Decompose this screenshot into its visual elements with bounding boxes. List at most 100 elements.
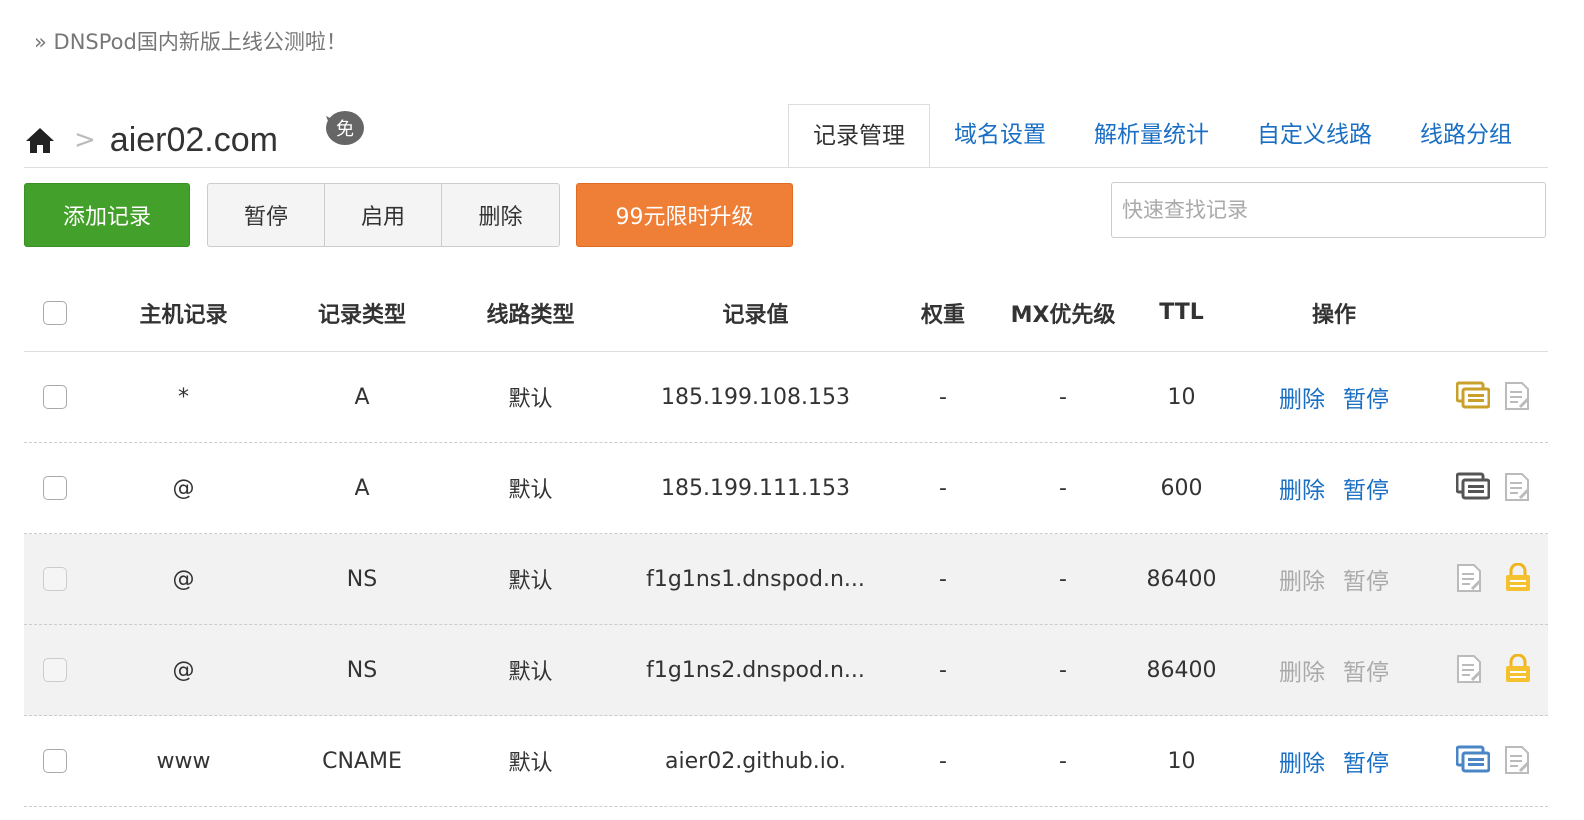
cell-icons: [1438, 381, 1548, 413]
table-row: @ NS 默认 f1g1ns2.dnspod.n... - - 86400 删除 暂停: [24, 625, 1548, 716]
cell-host: *: [178, 384, 189, 410]
free-badge-text: 免: [336, 119, 354, 140]
search-input[interactable]: [1111, 182, 1546, 238]
remark-icon-blue[interactable]: [1456, 745, 1490, 777]
cell-host: @: [172, 657, 195, 683]
cell-mx: -: [1059, 475, 1067, 501]
row-checkbox[interactable]: [43, 749, 67, 773]
tab-custom-lines[interactable]: 自定义线路: [1233, 104, 1396, 168]
header-value: 记录值: [722, 302, 789, 328]
notice-link[interactable]: » DNSPod国内新版上线公测啦！: [34, 26, 347, 56]
cell-weight: -: [939, 384, 947, 410]
header-type: 记录类型: [317, 302, 406, 328]
cell-ttl: 600: [1160, 475, 1203, 501]
cell-value: 185.199.108.153: [661, 384, 850, 410]
tab-bar: 记录管理 域名设置 解析量统计 自定义线路 线路分组: [788, 104, 1536, 168]
enable-button[interactable]: 启用: [325, 184, 442, 246]
note-icon[interactable]: [1504, 472, 1538, 504]
row-pause-link[interactable]: 暂停: [1343, 471, 1389, 505]
cell-mx: -: [1059, 384, 1067, 410]
row-pause-link[interactable]: 暂停: [1343, 380, 1389, 414]
cell-value: 185.199.111.153: [661, 475, 850, 501]
cell-weight: -: [939, 475, 947, 501]
home-icon[interactable]: [24, 124, 56, 156]
tab-query-stats[interactable]: 解析量统计: [1070, 104, 1233, 168]
cell-weight: -: [939, 657, 947, 683]
cell-line: 默认: [508, 660, 553, 685]
row-pause-link[interactable]: 暂停: [1343, 744, 1389, 778]
row-delete-link: 删除: [1279, 660, 1325, 686]
header-weight: 权重: [920, 302, 965, 328]
cell-icons: [1438, 745, 1548, 777]
remark-icon-gold[interactable]: [1456, 381, 1490, 413]
domain-header: > aier02.com 免: [24, 111, 364, 168]
table-row: * A 默认 185.199.108.153 - - 10 删除 暂停: [24, 352, 1548, 443]
lock-icon[interactable]: [1504, 654, 1538, 686]
cell-type: A: [354, 475, 370, 501]
cell-ttl: 86400: [1146, 657, 1217, 683]
cell-ttl: 86400: [1146, 566, 1217, 592]
add-record-button[interactable]: 添加记录: [24, 183, 190, 247]
header-mx: MX优先级: [1010, 302, 1116, 328]
row-checkbox: [43, 658, 67, 682]
row-delete-link[interactable]: 删除: [1279, 471, 1325, 505]
table-row: @ NS 默认 f1g1ns1.dnspod.n... - - 86400 删除 暂停: [24, 534, 1548, 625]
cell-ops: 删除 暂停: [1230, 471, 1438, 505]
table-row: www CNAME 默认 aier02.github.io. - - 10 删除 暂停: [24, 716, 1548, 807]
cell-icons: [1438, 563, 1548, 595]
note-icon[interactable]: [1456, 654, 1490, 686]
cell-type: NS: [346, 657, 378, 683]
cell-ttl: 10: [1167, 748, 1196, 774]
header-host: 主机记录: [139, 302, 228, 328]
row-delete-link: 删除: [1279, 569, 1325, 595]
row-pause-link: 暂停: [1343, 569, 1389, 595]
remark-icon-dark[interactable]: [1456, 472, 1490, 504]
breadcrumb-separator: >: [74, 125, 96, 155]
cell-ttl: 10: [1167, 384, 1196, 410]
upgrade-button[interactable]: 99元限时升级: [576, 183, 793, 247]
cell-value: f1g1ns1.dnspod.n...: [646, 566, 865, 592]
lock-icon[interactable]: [1504, 563, 1538, 595]
row-checkbox: [43, 567, 67, 591]
cell-host: @: [172, 475, 195, 501]
header-ttl: TTL: [1159, 300, 1204, 325]
select-all-checkbox[interactable]: [43, 300, 67, 325]
cell-ops: 删除 暂停: [1230, 744, 1438, 778]
cell-line: 默认: [508, 569, 553, 594]
domain-name: aier02.com: [109, 120, 278, 159]
cell-value: f1g1ns2.dnspod.n...: [646, 657, 865, 683]
cell-mx: -: [1059, 748, 1067, 774]
tab-domain-settings[interactable]: 域名设置: [930, 104, 1070, 168]
delete-button[interactable]: 删除: [442, 184, 559, 246]
row-delete-link[interactable]: 删除: [1279, 744, 1325, 778]
record-action-group: 暂停 启用 删除: [207, 183, 560, 247]
cell-mx: -: [1059, 657, 1067, 683]
cell-host: @: [172, 566, 195, 592]
cell-line: 默认: [508, 478, 553, 503]
cell-weight: -: [939, 748, 947, 774]
header-divider: [24, 167, 1548, 168]
records-table: 主机记录 记录类型 线路类型 记录值 权重 MX优先级 TTL 操作 * A 默认 1…: [24, 274, 1548, 807]
cell-line: 默认: [508, 751, 553, 776]
cell-mx: -: [1059, 566, 1067, 592]
row-checkbox[interactable]: [43, 385, 67, 409]
note-icon[interactable]: [1504, 381, 1538, 413]
table-row: @ A 默认 185.199.111.153 - - 600 删除 暂停: [24, 443, 1548, 534]
cell-type: NS: [346, 566, 378, 592]
note-icon[interactable]: [1456, 563, 1490, 595]
pause-button[interactable]: 暂停: [208, 184, 325, 246]
header-ops: 操作: [1311, 302, 1356, 328]
cell-icons: [1438, 654, 1548, 686]
cell-ops: 删除 暂停: [1230, 653, 1438, 687]
note-icon[interactable]: [1504, 745, 1538, 777]
cell-line: 默认: [508, 387, 553, 412]
row-checkbox[interactable]: [43, 476, 67, 500]
cell-value: aier02.github.io.: [665, 748, 846, 774]
cell-icons: [1438, 472, 1548, 504]
row-delete-link[interactable]: 删除: [1279, 380, 1325, 414]
tab-line-groups[interactable]: 线路分组: [1396, 104, 1536, 168]
tab-records[interactable]: 记录管理: [788, 104, 930, 168]
cell-ops: 删除 暂停: [1230, 562, 1438, 596]
cell-type: A: [354, 384, 370, 410]
cell-type: CNAME: [322, 748, 402, 774]
